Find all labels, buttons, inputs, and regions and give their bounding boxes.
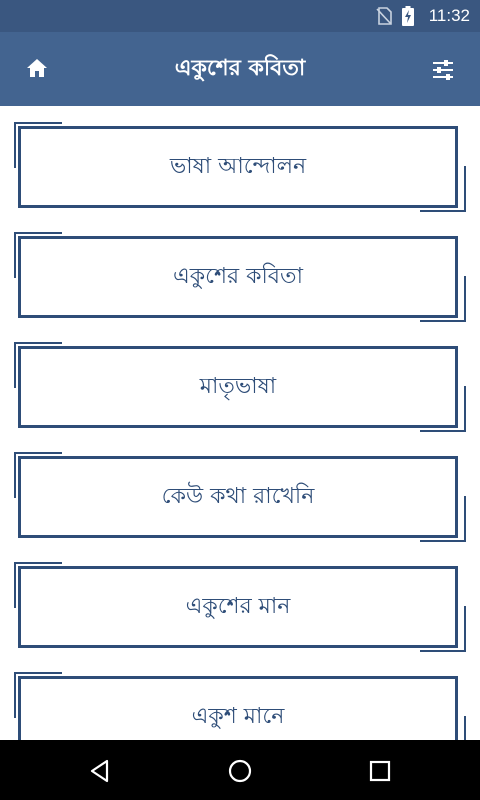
menu-item-label: একুশ মানে [191, 703, 285, 729]
card-frame: একুশের কবিতা [18, 236, 458, 318]
card-frame: মাতৃভাষা [18, 346, 458, 428]
navigation-bar [0, 740, 480, 800]
settings-sliders-icon[interactable] [432, 59, 454, 81]
battery-charging-icon [402, 6, 414, 26]
menu-item-label: মাতৃভাষা [199, 373, 277, 399]
menu-item-ekush-mane[interactable]: একুশ মানে [0, 656, 480, 740]
menu-item-ekusher-kobita[interactable]: একুশের কবিতা [0, 216, 480, 326]
back-icon[interactable] [87, 758, 113, 784]
status-time: 11:32 [428, 6, 470, 25]
menu-item-label: একুশের মান [185, 593, 291, 619]
menu-item-label: ভাষা আন্দোলন [169, 153, 307, 179]
recents-icon[interactable] [367, 758, 393, 784]
app-bar: একুশের কবিতা [0, 32, 480, 106]
home-circle-icon[interactable] [227, 758, 253, 784]
menu-item-bhasha-andolon[interactable]: ভাষা আন্দোলন [0, 106, 480, 216]
card-frame: একুশ মানে [18, 676, 458, 740]
card-frame: কেউ কথা রাখেনি [18, 456, 458, 538]
card-frame: একুশের মান [18, 566, 458, 648]
card-frame: ভাষা আন্দোলন [18, 126, 458, 208]
menu-list: ভাষা আন্দোলন একুশের কবিতা মাতৃভাষা কেউ ক… [0, 106, 480, 740]
menu-item-label: কেউ কথা রাখেনি [161, 483, 315, 509]
menu-item-ekusher-man[interactable]: একুশের মান [0, 546, 480, 656]
page-title: একুশের কবিতা [174, 56, 306, 81]
no-sim-icon [376, 7, 392, 25]
status-bar: 11:32 [0, 0, 480, 32]
menu-item-matribhasha[interactable]: মাতৃভাষা [0, 326, 480, 436]
menu-item-keu-kotha-rakheni[interactable]: কেউ কথা রাখেনি [0, 436, 480, 546]
menu-item-label: একুশের কবিতা [173, 263, 303, 289]
